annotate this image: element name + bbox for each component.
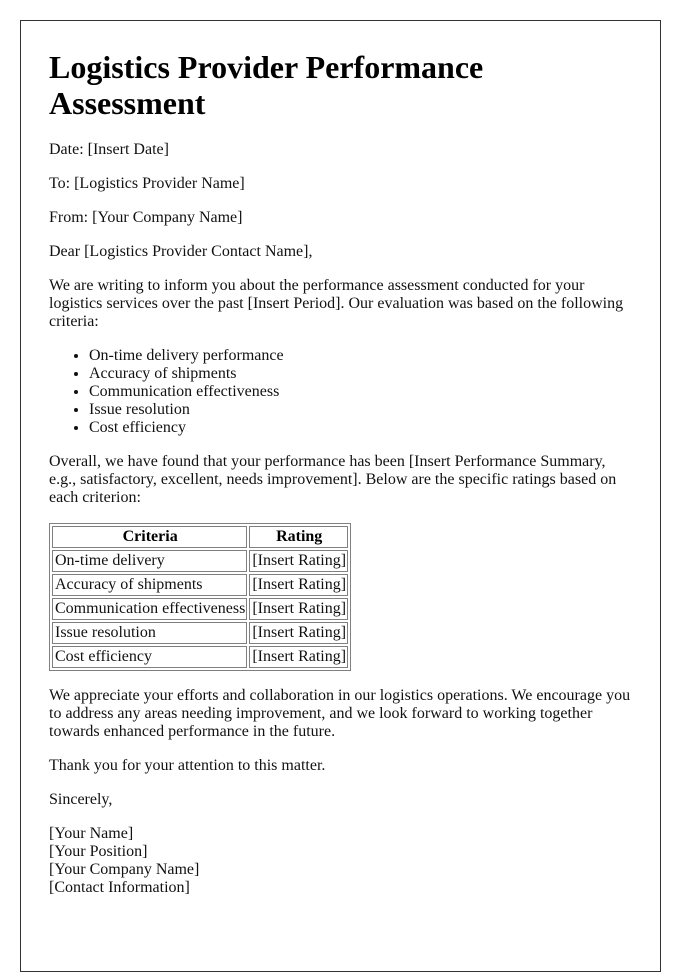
signature-block: [Your Name] [Your Position] [Your Compan… — [49, 825, 632, 897]
signature-name: [Your Name] — [49, 825, 134, 842]
rating-cell: [Insert Rating] — [249, 622, 349, 644]
ratings-table: Criteria Rating On-time delivery [Insert… — [49, 523, 352, 671]
table-row: Issue resolution [Insert Rating] — [52, 622, 349, 644]
rating-cell: [Insert Rating] — [249, 646, 349, 668]
criteria-cell: Accuracy of shipments — [52, 574, 248, 596]
sign-off: Sincerely, — [49, 791, 113, 808]
table-header-row: Criteria Rating — [52, 526, 349, 548]
criteria-cell: Issue resolution — [52, 622, 248, 644]
intro-paragraph: We are writing to inform you about the p… — [49, 277, 624, 330]
rating-cell: [Insert Rating] — [249, 550, 349, 572]
salutation: Dear [Logistics Provider Contact Name], — [49, 243, 313, 260]
from-line: From: [Your Company Name] — [49, 209, 243, 226]
signature-company: [Your Company Name] — [49, 861, 200, 878]
criteria-list-item: Communication effectiveness — [89, 383, 632, 401]
criteria-list-item: Cost efficiency — [89, 419, 632, 437]
signature-contact: [Contact Information] — [49, 879, 190, 896]
to-line: To: [Logistics Provider Name] — [49, 175, 245, 192]
summary-paragraph: Overall, we have found that your perform… — [49, 453, 617, 506]
criteria-cell: Cost efficiency — [52, 646, 248, 668]
rating-cell: [Insert Rating] — [249, 598, 349, 620]
document-title: Logistics Provider Performance Assessmen… — [49, 49, 484, 121]
thanks-line: Thank you for your attention to this mat… — [49, 757, 326, 774]
letter-container: Logistics Provider Performance Assessmen… — [20, 20, 661, 972]
criteria-list-item: Accuracy of shipments — [89, 365, 632, 383]
table-row: Accuracy of shipments [Insert Rating] — [52, 574, 349, 596]
rating-cell: [Insert Rating] — [249, 574, 349, 596]
header-rating: Rating — [249, 526, 349, 548]
criteria-cell: Communication effectiveness — [52, 598, 248, 620]
date-line: Date: [Insert Date] — [49, 141, 169, 158]
header-criteria: Criteria — [52, 526, 248, 548]
closing-paragraph: We appreciate your efforts and collabora… — [49, 687, 631, 740]
criteria-list-item: Issue resolution — [89, 401, 632, 419]
table-row: Cost efficiency [Insert Rating] — [52, 646, 349, 668]
criteria-list-item: On-time delivery performance — [89, 347, 632, 365]
table-row: Communication effectiveness [Insert Rati… — [52, 598, 349, 620]
criteria-cell: On-time delivery — [52, 550, 248, 572]
criteria-list: On-time delivery performance Accuracy of… — [49, 347, 632, 437]
table-row: On-time delivery [Insert Rating] — [52, 550, 349, 572]
signature-position: [Your Position] — [49, 843, 148, 860]
